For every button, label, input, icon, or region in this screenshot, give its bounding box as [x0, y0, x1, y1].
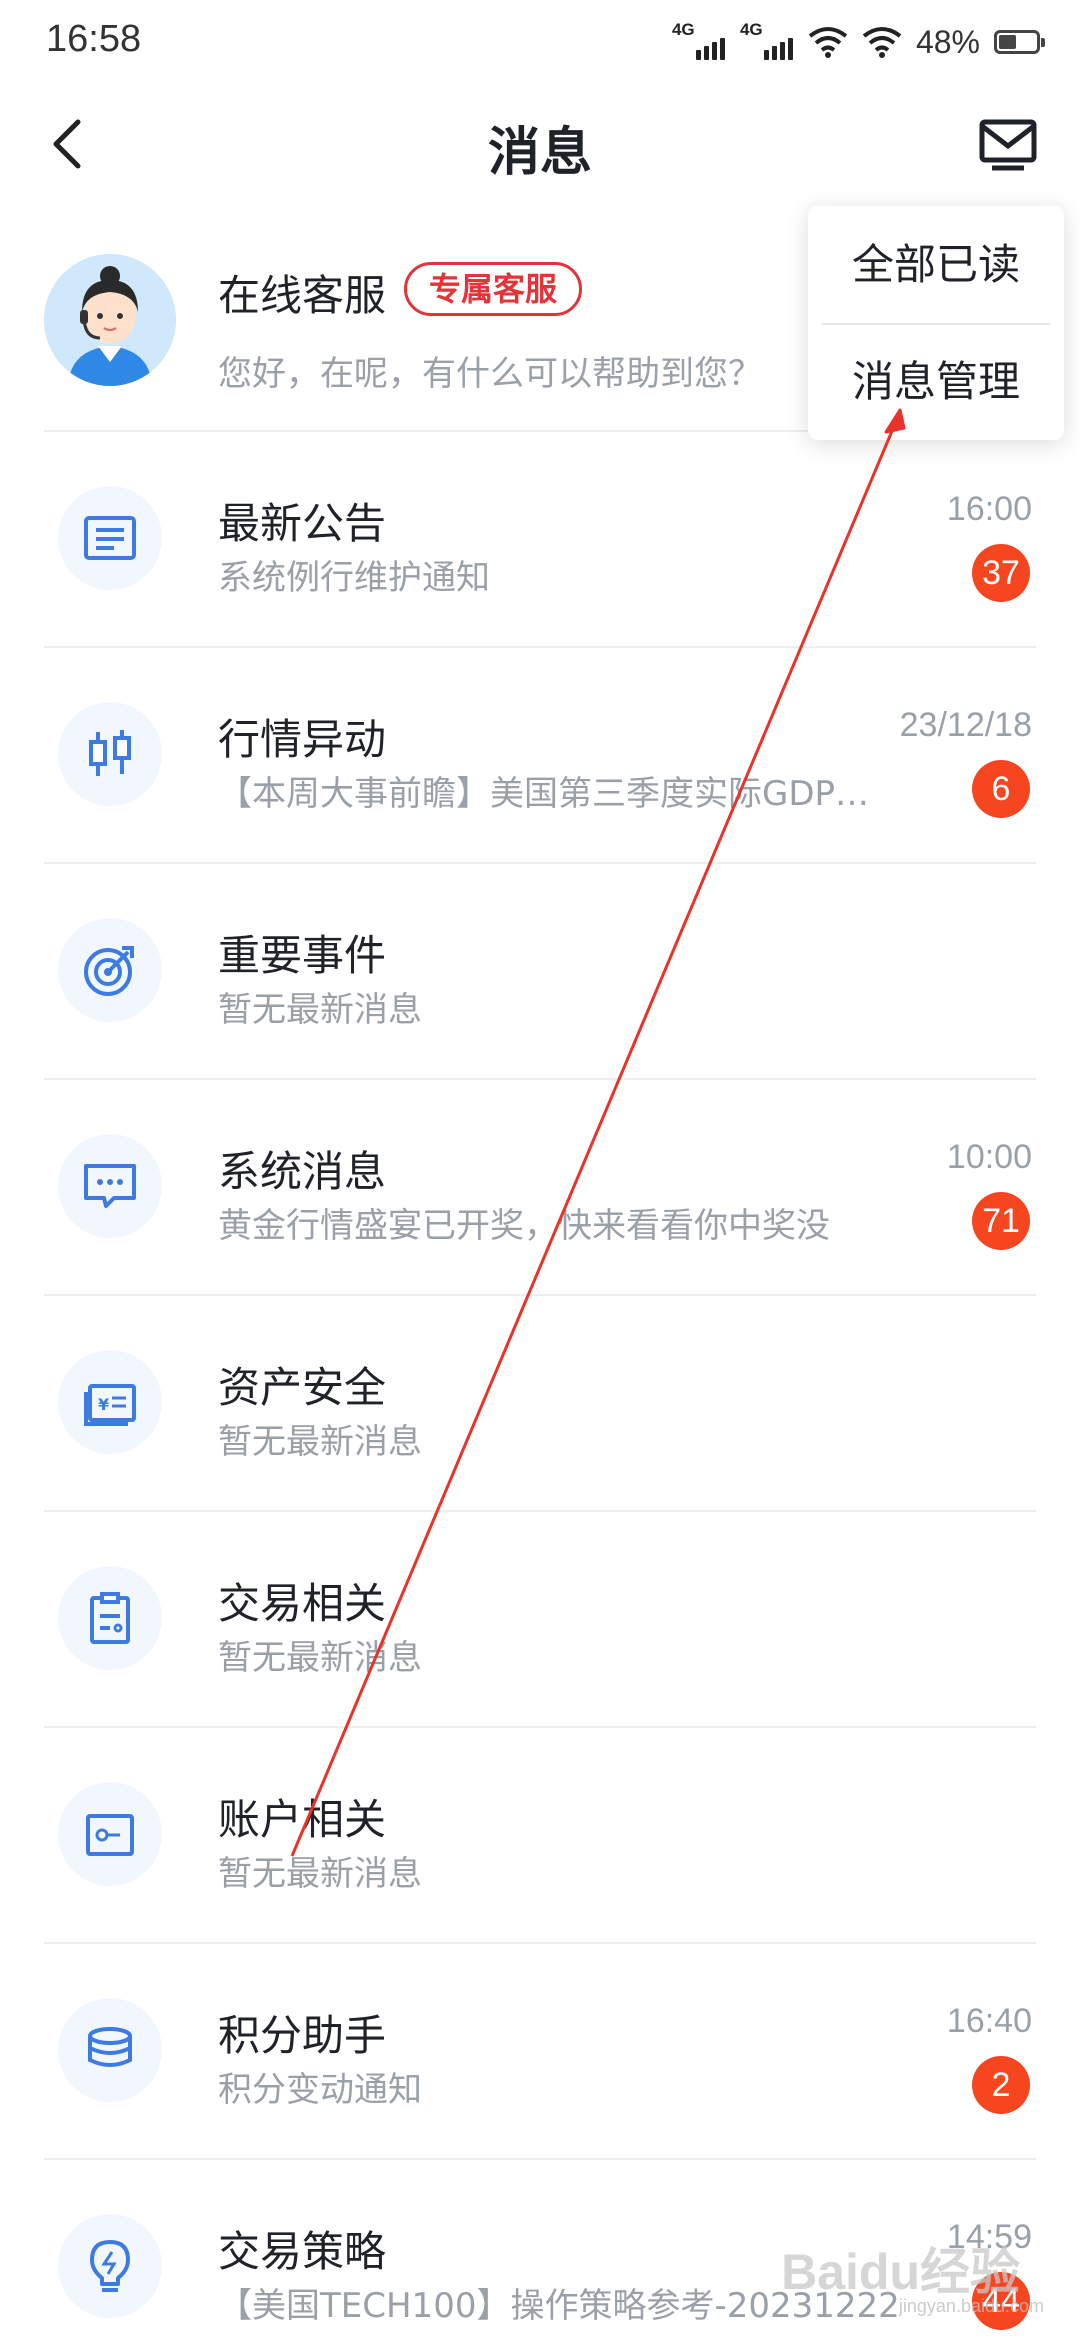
list-item-preview: 系统例行维护通知 — [218, 558, 490, 598]
icon-badge — [58, 1782, 162, 1886]
list-item-preview: 【本周大事前瞻】美国第三季度实际GDP… — [218, 774, 870, 814]
list-item-time: 10:00 — [946, 1138, 1032, 1176]
list-item-preview: 积分变动通知 — [218, 2070, 422, 2110]
list-item-market-alerts[interactable]: 行情异动 【本周大事前瞻】美国第三季度实际GDP… 23/12/18 6 — [0, 648, 1080, 864]
coins-icon — [88, 2027, 132, 2067]
top-nav-bar: 消息 — [0, 84, 1080, 204]
icon-badge — [58, 1566, 162, 1670]
list-item-time: 16:40 — [946, 2002, 1032, 2040]
list-item-account[interactable]: 账户相关 暂无最新消息 — [0, 1728, 1080, 1944]
list-item-trading[interactable]: 交易相关 暂无最新消息 — [0, 1512, 1080, 1728]
list-item-title: 账户相关 — [218, 1795, 387, 1844]
account-key-icon — [86, 1814, 134, 1856]
battery-level — [999, 35, 1017, 49]
message-category-list: 最新公告 系统例行维护通知 16:00 37 行情异动 【本周大事前瞻】美国第三… — [0, 432, 1080, 2340]
menu-divider — [822, 323, 1050, 325]
list-item-title: 积分助手 — [218, 2011, 387, 2060]
cellular-signal-icon-2: 4G — [740, 20, 794, 60]
icon-badge — [58, 2214, 162, 2318]
candlestick-icon — [89, 730, 131, 776]
list-item-points-assistant[interactable]: 积分助手 积分变动通知 16:40 2 — [0, 1944, 1080, 2160]
wifi-icon-2 — [862, 27, 902, 58]
menu-item-message-management[interactable]: 消息管理 — [808, 323, 1064, 440]
menu-item-mark-all-read[interactable]: 全部已读 — [808, 206, 1064, 323]
target-icon — [84, 946, 134, 996]
network-type-label: 4G — [671, 20, 695, 39]
list-item-time: 23/12/18 — [899, 706, 1032, 744]
list-item-asset-security[interactable]: ¥ 资产安全 暂无最新消息 — [0, 1296, 1080, 1512]
lightbulb-icon — [90, 2240, 130, 2292]
watermark-logo: Baidu经验 — [781, 2244, 1020, 2300]
mail-icon — [979, 119, 1037, 171]
list-item-title: 交易相关 — [218, 1579, 387, 1628]
unread-count-badge: 37 — [972, 544, 1030, 602]
list-item-title: 交易策略 — [218, 2227, 387, 2276]
status-icons: 4G 4G 48% — [672, 20, 1045, 64]
customer-service-avatar-icon — [44, 254, 176, 386]
wifi-icon — [808, 27, 848, 58]
list-item-announcements[interactable]: 最新公告 系统例行维护通知 16:00 37 — [0, 432, 1080, 648]
icon-badge — [58, 1134, 162, 1238]
list-item-title: 行情异动 — [218, 715, 387, 764]
list-item-title: 最新公告 — [218, 499, 387, 548]
icon-badge — [58, 486, 162, 590]
list-item-title: 重要事件 — [218, 931, 387, 980]
list-item-title: 资产安全 — [218, 1363, 387, 1412]
service-last-message: 您好，在呢，有什么可以帮助到您？ — [218, 354, 762, 394]
watermark-url: jingyan.baidu.com — [898, 2296, 1044, 2316]
list-item-system-messages[interactable]: 系统消息 黄金行情盛宴已开奖，快来看看你中奖没 10:00 71 — [0, 1080, 1080, 1296]
service-name: 在线客服 — [218, 271, 387, 320]
svg-text:¥: ¥ — [98, 1395, 109, 1414]
unread-count-badge: 2 — [972, 2056, 1030, 2114]
list-item-important-events[interactable]: 重要事件 暂无最新消息 — [0, 864, 1080, 1080]
list-item-title: 系统消息 — [218, 1147, 387, 1196]
status-time: 16:58 — [46, 18, 142, 60]
list-item-time: 16:00 — [946, 490, 1032, 528]
icon-badge: ¥ — [58, 1350, 162, 1454]
announcement-icon — [84, 516, 136, 560]
list-item-preview: 暂无最新消息 — [218, 990, 422, 1030]
page-title: 消息 — [487, 123, 592, 183]
mail-menu-button[interactable] — [976, 114, 1040, 174]
icon-badge — [58, 702, 162, 806]
unread-count-badge: 71 — [972, 1192, 1030, 1250]
service-avatar — [44, 254, 176, 386]
icon-badge — [58, 918, 162, 1022]
icon-badge — [58, 1998, 162, 2102]
chat-bubble-icon — [84, 1164, 136, 1208]
battery-percent: 48% — [915, 23, 980, 60]
mail-dropdown-menu: 全部已读 消息管理 — [808, 206, 1064, 440]
exclusive-service-badge: 专属客服 — [404, 262, 583, 316]
list-item-preview: 暂无最新消息 — [218, 1854, 422, 1894]
unread-count-badge: 6 — [972, 760, 1030, 818]
status-bar: 16:58 4G 4G 48% — [0, 0, 1080, 84]
asset-card-icon: ¥ — [84, 1384, 136, 1426]
list-item-preview: 黄金行情盛宴已开奖，快来看看你中奖没 — [218, 1206, 830, 1246]
messages-screen: 16:58 4G 4G 48% 消息 全部已读 消息管理 在线客服 专属客服 您… — [0, 0, 1080, 2340]
network-type-label-2: 4G — [739, 20, 763, 39]
clipboard-icon — [90, 1592, 130, 1644]
cellular-signal-icon: 4G — [672, 20, 726, 60]
list-item-preview: 暂无最新消息 — [218, 1422, 422, 1462]
battery-icon — [994, 30, 1045, 54]
list-item-preview: 暂无最新消息 — [218, 1638, 422, 1678]
